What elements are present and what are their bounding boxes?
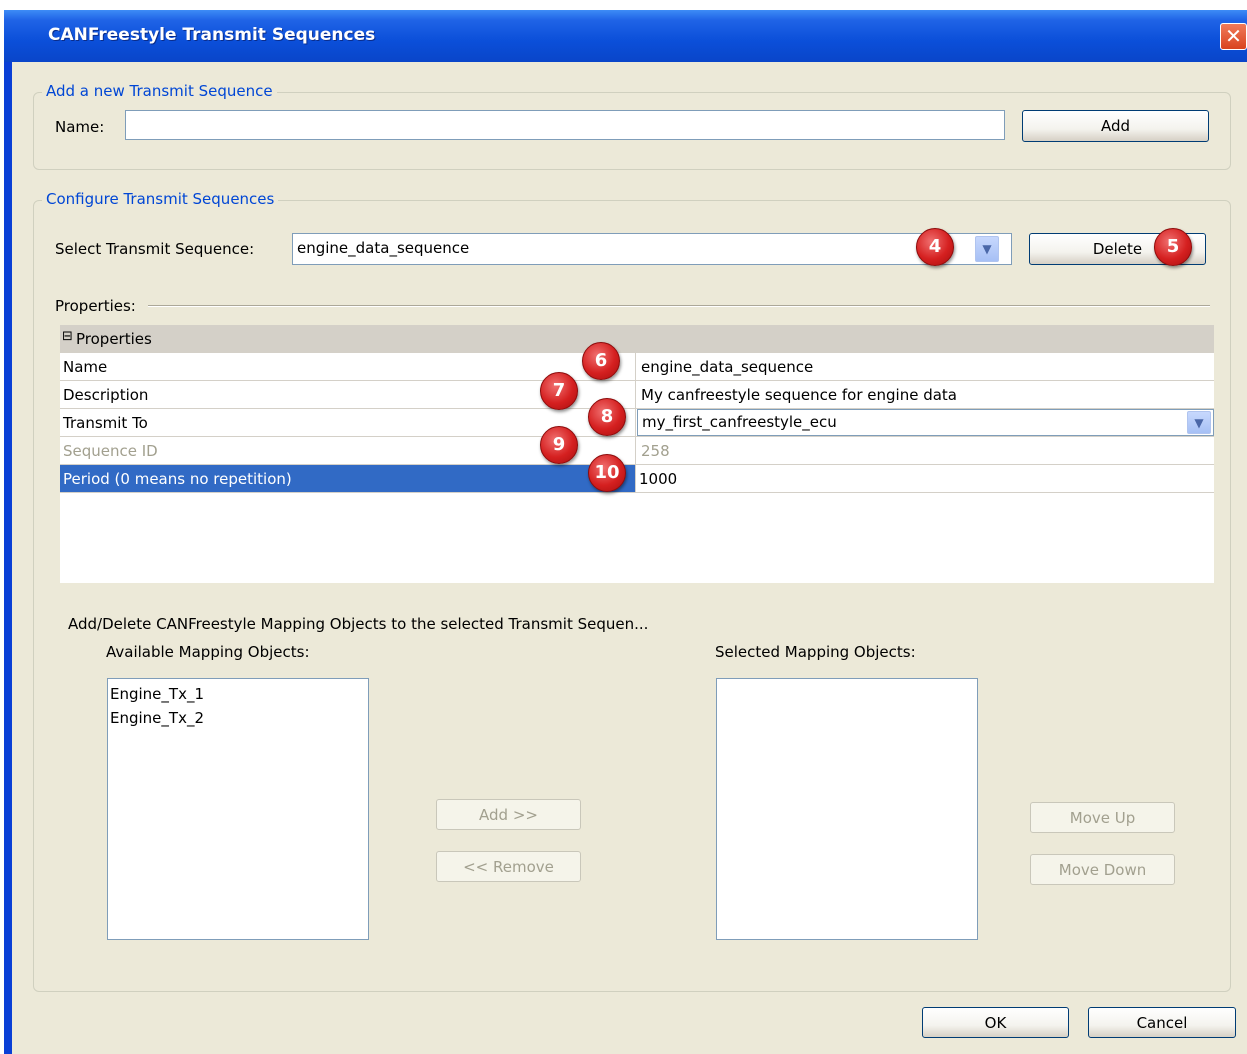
list-item[interactable]: Engine_Tx_1: [110, 685, 204, 703]
property-row-name[interactable]: Name engine_data_sequence: [60, 353, 1214, 381]
property-grid: ⊟ Properties Name engine_data_sequence D…: [60, 325, 1214, 583]
property-row-sequence-id: Sequence ID 258: [60, 437, 1214, 465]
property-value[interactable]: 1000: [637, 465, 1214, 492]
list-item[interactable]: Engine_Tx_2: [110, 709, 204, 727]
selected-objects-list[interactable]: [716, 678, 978, 940]
callout-marker: 8: [588, 398, 626, 436]
move-up-button[interactable]: Move Up: [1030, 802, 1175, 833]
property-row-transmit-to[interactable]: Transmit To my_first_canfreestyle_ecu ▼: [60, 409, 1214, 437]
select-sequence-combo[interactable]: engine_data_sequence: [292, 233, 1012, 265]
available-objects-list[interactable]: Engine_Tx_1 Engine_Tx_2: [107, 678, 369, 940]
move-down-button[interactable]: Move Down: [1030, 854, 1175, 885]
name-input[interactable]: [125, 110, 1005, 140]
property-value[interactable]: My canfreestyle sequence for engine data: [637, 381, 1214, 408]
callout-marker: 9: [540, 426, 578, 464]
callout-marker: 5: [1154, 228, 1192, 266]
mapping-heading: Add/Delete CANFreestyle Mapping Objects …: [68, 615, 649, 633]
property-name: Period (0 means no repetition): [60, 465, 636, 492]
select-sequence-label: Select Transmit Sequence:: [55, 240, 255, 258]
property-row-description[interactable]: Description My canfreestyle sequence for…: [60, 381, 1214, 409]
callout-marker: 6: [582, 342, 620, 380]
chevron-down-icon[interactable]: ▼: [975, 236, 999, 262]
available-objects-label: Available Mapping Objects:: [106, 643, 310, 661]
property-grid-category[interactable]: ⊟ Properties: [60, 325, 1214, 353]
dialog-window: CANFreestyle Transmit Sequences ✕ Add a …: [4, 10, 1247, 1054]
name-label: Name:: [55, 118, 105, 136]
property-value-dropdown[interactable]: my_first_canfreestyle_ecu: [637, 409, 1214, 436]
callout-marker: 10: [588, 454, 626, 492]
callout-marker: 7: [540, 372, 578, 410]
add-mapping-button[interactable]: Add >>: [436, 799, 581, 830]
ok-button[interactable]: OK: [922, 1007, 1069, 1038]
configure-sequence-group-title: Configure Transmit Sequences: [42, 190, 279, 208]
title-bar[interactable]: CANFreestyle Transmit Sequences ✕: [4, 10, 1247, 62]
add-button[interactable]: Add: [1022, 110, 1209, 142]
property-value: 258: [641, 442, 670, 460]
callout-marker: 4: [916, 228, 954, 266]
add-sequence-group-title: Add a new Transmit Sequence: [42, 82, 277, 100]
properties-divider: [148, 305, 1210, 307]
chevron-down-icon[interactable]: ▼: [1187, 411, 1211, 434]
selected-objects-label: Selected Mapping Objects:: [715, 643, 916, 661]
window-title: CANFreestyle Transmit Sequences: [48, 25, 376, 45]
close-icon[interactable]: ✕: [1220, 23, 1247, 50]
cancel-button[interactable]: Cancel: [1088, 1007, 1236, 1038]
properties-label: Properties:: [55, 297, 136, 315]
collapse-icon[interactable]: ⊟: [62, 329, 73, 344]
dialog-client: Add a new Transmit Sequence Name: Add Co…: [12, 62, 1247, 1054]
property-row-period[interactable]: Period (0 means no repetition) 1000: [60, 465, 1214, 493]
property-category-label: Properties: [76, 330, 152, 348]
property-value[interactable]: engine_data_sequence: [637, 353, 1214, 380]
remove-mapping-button[interactable]: << Remove: [436, 851, 581, 882]
